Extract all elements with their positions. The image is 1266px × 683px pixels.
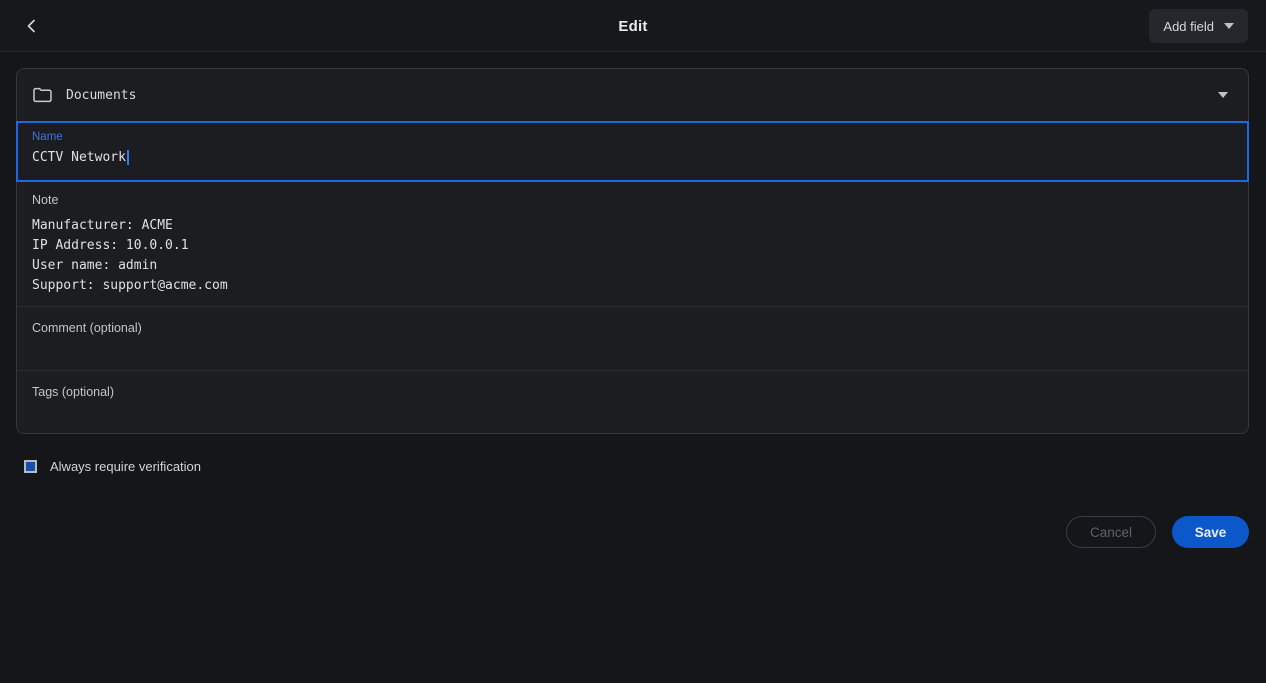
caret-down-icon — [1224, 23, 1234, 29]
folder-name: Documents — [66, 88, 136, 103]
always-require-verification-row[interactable]: Always require verification — [24, 459, 201, 474]
cancel-button[interactable]: Cancel — [1066, 516, 1156, 548]
edit-form-card: Documents Name CCTV Network Note Manufac… — [16, 68, 1249, 434]
tags-field[interactable]: Tags (optional) — [17, 371, 1248, 433]
comment-label: Comment (optional) — [32, 321, 1233, 335]
name-label: Name — [32, 131, 1233, 143]
note-label: Note — [32, 193, 1233, 207]
name-input-value[interactable]: CCTV Network — [32, 150, 126, 165]
folder-select[interactable]: Documents — [17, 69, 1248, 121]
action-buttons: Cancel Save — [1066, 516, 1249, 548]
folder-icon — [33, 87, 52, 103]
note-field[interactable]: Note Manufacturer: ACME IP Address: 10.0… — [17, 182, 1248, 307]
tags-label: Tags (optional) — [32, 385, 1233, 399]
note-line: Support: support@acme.com — [32, 276, 1233, 296]
save-button[interactable]: Save — [1172, 516, 1249, 548]
note-line: Manufacturer: ACME — [32, 216, 1233, 236]
note-lines: Manufacturer: ACME IP Address: 10.0.0.1 … — [32, 216, 1233, 296]
text-cursor — [127, 150, 129, 165]
note-line: User name: admin — [32, 256, 1233, 276]
add-field-button[interactable]: Add field — [1149, 9, 1248, 43]
verification-label: Always require verification — [50, 459, 201, 474]
page-title: Edit — [0, 0, 1266, 52]
comment-field[interactable]: Comment (optional) — [17, 307, 1248, 371]
top-bar: Edit Add field — [0, 0, 1266, 52]
name-field[interactable]: Name CCTV Network — [16, 121, 1249, 182]
note-line: IP Address: 10.0.0.1 — [32, 236, 1233, 256]
folder-caret-down-icon — [1218, 92, 1228, 98]
verification-checkbox[interactable] — [24, 460, 37, 473]
add-field-label: Add field — [1163, 19, 1214, 34]
